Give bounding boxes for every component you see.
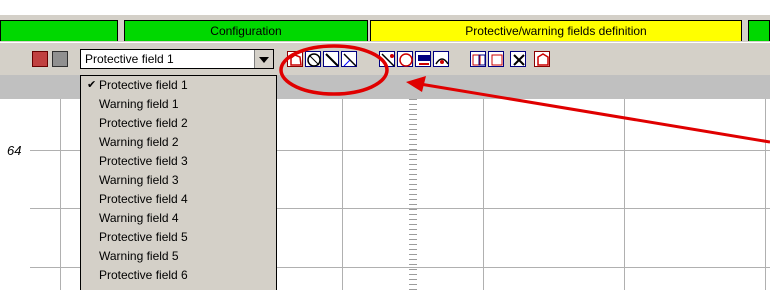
annotation-arrow-line	[419, 82, 770, 144]
annotation-arrowhead	[406, 76, 426, 92]
annotation-overlay	[279, 44, 770, 144]
annotation-ellipse	[279, 44, 389, 96]
